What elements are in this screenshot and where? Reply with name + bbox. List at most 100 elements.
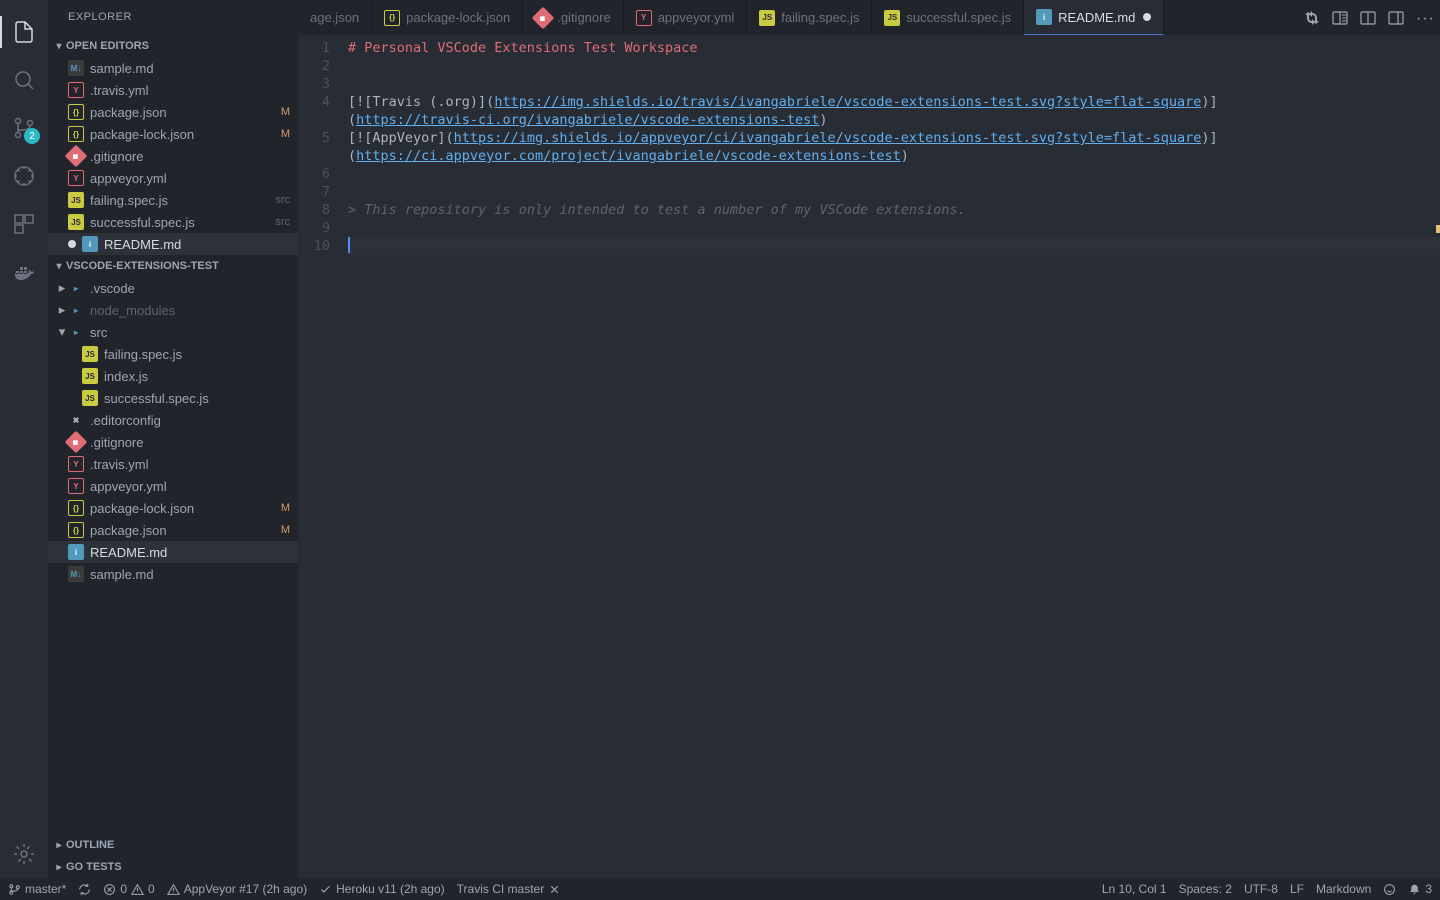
tab-label: package-lock.json xyxy=(406,10,510,25)
chevron-down-icon: ▾ xyxy=(52,261,66,272)
file-item[interactable]: JSsuccessful.spec.js xyxy=(48,387,298,409)
editor-tab[interactable]: ◆.gitignore xyxy=(523,0,623,35)
activity-docker[interactable] xyxy=(0,248,48,296)
file-item[interactable]: M↓sample.md xyxy=(48,563,298,585)
file-path-hint: src xyxy=(275,194,290,206)
open-editor-item[interactable]: ◆.gitignore xyxy=(48,145,298,167)
chevron-right-icon: ▸ xyxy=(56,302,68,318)
activity-source-control[interactable]: 2 xyxy=(0,104,48,152)
open-editor-item[interactable]: JSfailing.spec.jssrc xyxy=(48,189,298,211)
line-number xyxy=(298,111,330,129)
open-preview-icon[interactable] xyxy=(1332,10,1348,26)
code[interactable]: # Personal VSCode Extensions Test Worksp… xyxy=(348,35,1440,878)
file-label: README.md xyxy=(90,545,290,560)
status-problems[interactable]: 0 0 xyxy=(103,882,154,896)
status-feedback[interactable] xyxy=(1383,883,1396,896)
open-editor-item[interactable]: Yappveyor.yml xyxy=(48,167,298,189)
editor-tab[interactable]: JSfailing.spec.js xyxy=(747,0,872,35)
code-line[interactable] xyxy=(348,183,1440,201)
code-line[interactable] xyxy=(348,237,1440,255)
status-notifications[interactable]: 3 xyxy=(1408,882,1432,896)
status-encoding[interactable]: UTF-8 xyxy=(1244,882,1278,896)
file-label: appveyor.yml xyxy=(90,171,290,186)
fold-file-icon: ▸ xyxy=(68,280,84,296)
layout-icon[interactable] xyxy=(1388,10,1404,26)
folder-item[interactable]: ▸▸node_modules xyxy=(48,299,298,321)
file-label: src xyxy=(90,325,290,340)
warning-icon xyxy=(131,883,144,896)
code-line[interactable] xyxy=(348,165,1440,183)
code-line[interactable]: [![AppVeyor](https://img.shields.io/appv… xyxy=(348,129,1440,147)
open-editor-item[interactable]: Y.travis.yml xyxy=(48,79,298,101)
file-item[interactable]: JSindex.js xyxy=(48,365,298,387)
open-editor-item[interactable]: {}package-lock.jsonM xyxy=(48,123,298,145)
folder-item[interactable]: ▾▸src xyxy=(48,321,298,343)
activity-explorer[interactable] xyxy=(0,8,48,56)
line-number: 2 xyxy=(298,57,330,75)
more-icon[interactable]: ··· xyxy=(1416,10,1432,26)
file-item[interactable]: Y.travis.yml xyxy=(48,453,298,475)
chevron-right-icon: ▸ xyxy=(52,840,66,851)
file-label: package-lock.json xyxy=(90,127,277,142)
code-line[interactable]: (https://travis-ci.org/ivangabriele/vsco… xyxy=(348,111,1440,129)
json-file-icon: {} xyxy=(68,522,84,538)
editor-tab[interactable]: JSsuccessful.spec.js xyxy=(872,0,1024,35)
code-line[interactable]: > This repository is only intended to te… xyxy=(348,201,1440,219)
section-workspace[interactable]: ▾ VSCODE-EXTENSIONS-TEST xyxy=(48,255,298,277)
code-line[interactable] xyxy=(348,75,1440,93)
editor-tab[interactable]: Yappveyor.yml xyxy=(624,0,748,35)
file-item[interactable]: {}package.jsonM xyxy=(48,519,298,541)
section-outline[interactable]: ▸ OUTLINE xyxy=(48,834,298,856)
status-bar: master* 0 0 AppVeyor #17 (2h ago) Heroku… xyxy=(0,878,1440,900)
status-appveyor[interactable]: AppVeyor #17 (2h ago) xyxy=(167,882,307,896)
file-item[interactable]: {}package-lock.jsonM xyxy=(48,497,298,519)
status-travis[interactable]: Travis CI master xyxy=(457,882,562,896)
js-file-icon: JS xyxy=(82,346,98,362)
section-go-tests[interactable]: ▸ GO TESTS xyxy=(48,856,298,878)
file-label: successful.spec.js xyxy=(90,215,271,230)
split-editor-icon[interactable] xyxy=(1360,10,1376,26)
editor-body[interactable]: 12345678910 # Personal VSCode Extensions… xyxy=(298,35,1440,878)
activity-extensions[interactable] xyxy=(0,200,48,248)
line-number: 4 xyxy=(298,93,330,111)
open-editor-item[interactable]: M↓sample.md xyxy=(48,57,298,79)
file-item[interactable]: ◆.gitignore xyxy=(48,431,298,453)
code-line[interactable]: # Personal VSCode Extensions Test Worksp… xyxy=(348,39,1440,57)
fold-file-icon: ▸ xyxy=(68,302,84,318)
git-file-icon: ◆ xyxy=(532,6,555,29)
file-item[interactable]: ✖.editorconfig xyxy=(48,409,298,431)
line-number: 5 xyxy=(298,129,330,147)
tab-label: README.md xyxy=(1058,10,1135,25)
activity-search[interactable] xyxy=(0,56,48,104)
code-line[interactable] xyxy=(348,57,1440,75)
status-sync[interactable] xyxy=(78,883,91,896)
status-language[interactable]: Markdown xyxy=(1316,882,1371,896)
folder-item[interactable]: ▸▸.vscode xyxy=(48,277,298,299)
section-open-editors[interactable]: ▾ OPEN EDITORS xyxy=(48,35,298,57)
status-eol[interactable]: LF xyxy=(1290,882,1304,896)
status-branch[interactable]: master* xyxy=(8,882,66,896)
tool-file-icon: ✖ xyxy=(68,412,84,428)
file-item[interactable]: Yappveyor.yml xyxy=(48,475,298,497)
editor-tab[interactable]: iREADME.md xyxy=(1024,0,1164,35)
status-cursor-position[interactable]: Ln 10, Col 1 xyxy=(1102,882,1167,896)
code-line[interactable]: (https://ci.appveyor.com/project/ivangab… xyxy=(348,147,1440,165)
yml-file-icon: Y xyxy=(68,82,84,98)
activity-debug[interactable] xyxy=(0,152,48,200)
open-editor-item[interactable]: {}package.jsonM xyxy=(48,101,298,123)
editor-tab[interactable]: age.json xyxy=(298,0,372,35)
open-editor-item[interactable]: iREADME.md xyxy=(48,233,298,255)
sync-icon xyxy=(78,883,91,896)
status-heroku[interactable]: Heroku v11 (2h ago) xyxy=(319,882,445,896)
code-line[interactable] xyxy=(348,219,1440,237)
git-compare-icon[interactable] xyxy=(1304,10,1320,26)
editor-tab[interactable]: {}package-lock.json xyxy=(372,0,523,35)
file-item[interactable]: JSfailing.spec.js xyxy=(48,343,298,365)
status-indent[interactable]: Spaces: 2 xyxy=(1179,882,1232,896)
line-number: 3 xyxy=(298,75,330,93)
activity-settings[interactable] xyxy=(0,830,48,878)
file-item[interactable]: iREADME.md xyxy=(48,541,298,563)
debug-icon xyxy=(12,164,36,188)
code-line[interactable]: [![Travis (.org)](https://img.shields.io… xyxy=(348,93,1440,111)
open-editor-item[interactable]: JSsuccessful.spec.jssrc xyxy=(48,211,298,233)
